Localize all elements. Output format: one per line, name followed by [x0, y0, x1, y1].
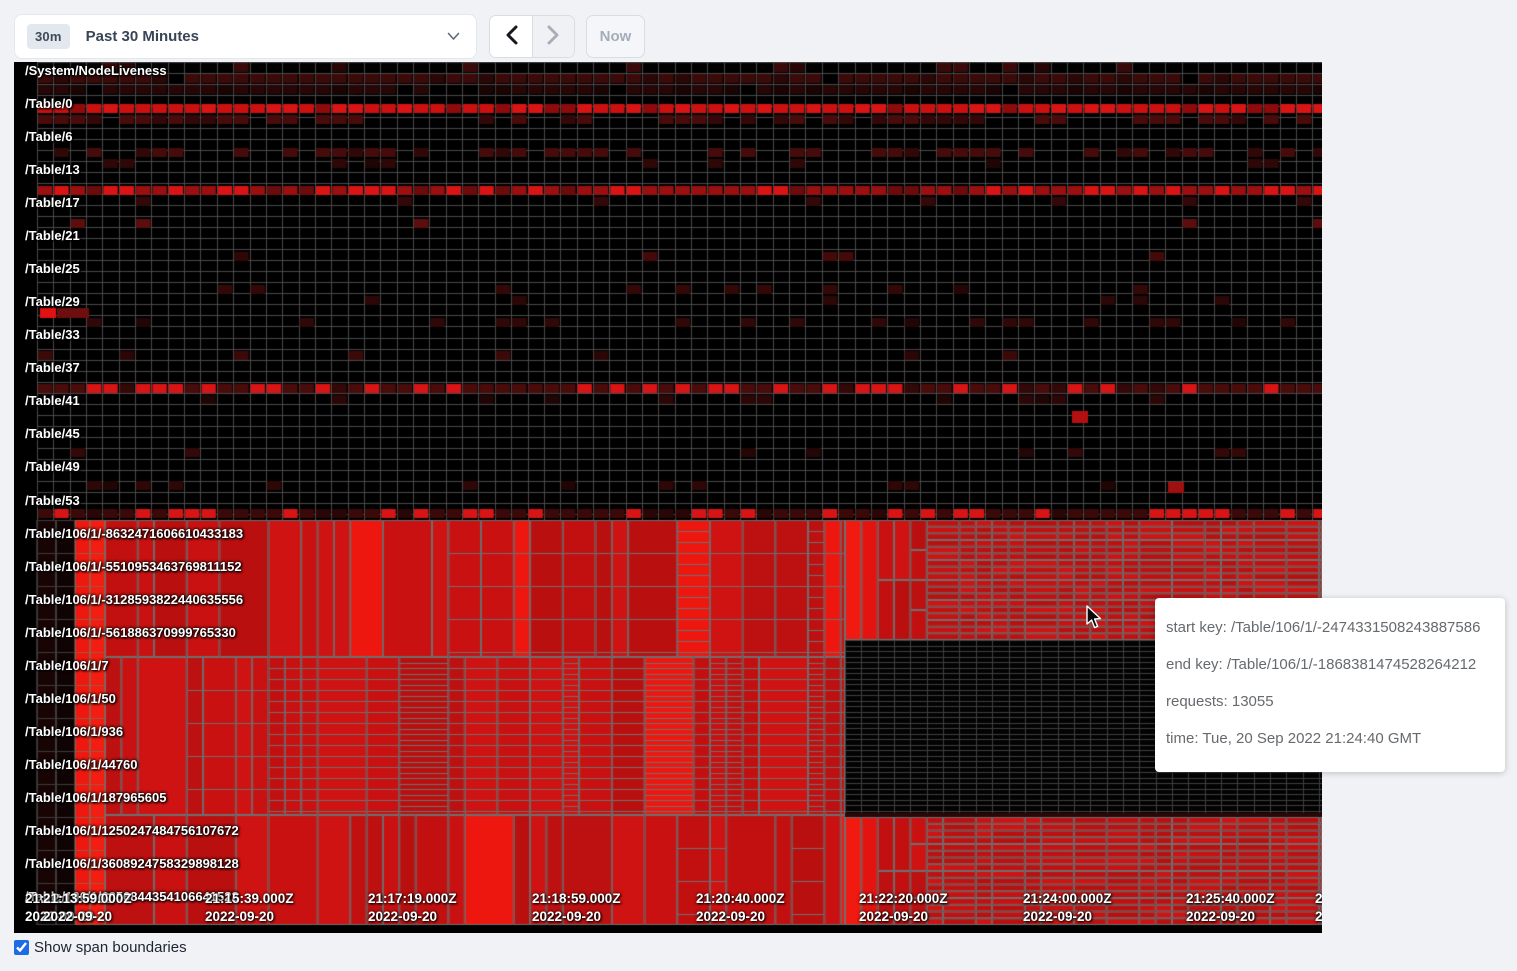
tooltip-start-key: start key: /Table/106/1/-247433150824388…	[1166, 610, 1493, 647]
chevron-down-icon	[447, 32, 460, 41]
key-visualizer-heatmap[interactable]: /System/NodeLiveness/Table/0/Table/6/Tab…	[14, 62, 1322, 933]
key-visualizer-page: 30m Past 30 Minutes Now /System/NodeLive…	[0, 0, 1517, 971]
cell-tooltip: start key: /Table/106/1/-247433150824388…	[1155, 598, 1505, 772]
tooltip-end-key: end key: /Table/106/1/-18683814745282642…	[1166, 647, 1493, 684]
next-time-button[interactable]	[532, 16, 574, 57]
time-nav-group	[489, 15, 575, 58]
tooltip-requests: requests: 13055	[1166, 684, 1493, 721]
heatmap-canvas[interactable]	[14, 62, 1322, 933]
show-span-boundaries-label: Show span boundaries	[34, 939, 187, 956]
now-button[interactable]: Now	[586, 15, 645, 58]
chevron-left-icon	[505, 25, 518, 48]
time-range-badge: 30m	[27, 24, 70, 49]
show-span-boundaries-checkbox[interactable]	[14, 940, 29, 955]
span-boundaries-control: Show span boundaries	[14, 939, 187, 956]
time-range-label: Past 30 Minutes	[86, 28, 199, 45]
chevron-right-icon	[547, 25, 560, 48]
time-range-dropdown[interactable]: 30m Past 30 Minutes	[14, 14, 477, 59]
prev-time-button[interactable]	[490, 16, 532, 57]
tooltip-time: time: Tue, 20 Sep 2022 21:24:40 GMT	[1166, 721, 1493, 758]
